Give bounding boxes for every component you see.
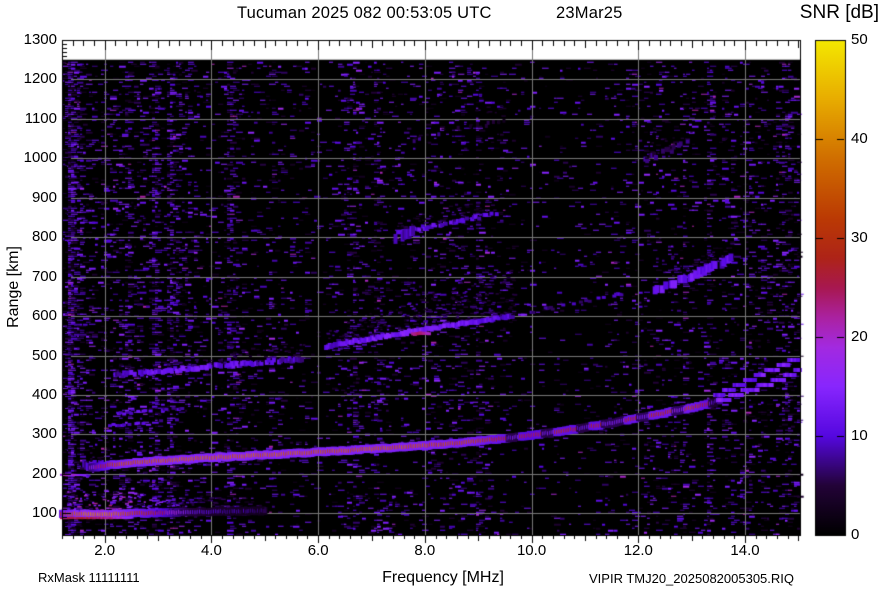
rx-mask-label: RxMask 11111111	[38, 570, 140, 585]
xtick-label: 14.0	[730, 542, 760, 559]
cbtick-label: 30	[851, 229, 868, 246]
ytick-label: 1200	[23, 70, 57, 88]
x-axis-label: Frequency [MHz]	[382, 569, 504, 586]
ytick-label: 300	[31, 425, 57, 443]
cbtick-label: 20	[851, 328, 868, 345]
ytick-label: 500	[31, 346, 57, 364]
ionogram-screenshot: Tucuman 2025 082 00:53:05 UTC 23Mar25 SN…	[0, 0, 884, 595]
xtick-label: 12.0	[623, 542, 653, 559]
ytick-label: 1100	[24, 109, 57, 127]
xtick-label: 8.0	[414, 542, 436, 559]
ionogram-plot-canvas	[0, 0, 884, 595]
xtick-label: 2.0	[94, 542, 116, 559]
cbtick-label: 50	[851, 31, 868, 48]
ytick-label: 900	[31, 188, 57, 206]
ytick-label: 400	[31, 385, 57, 403]
xtick-label: 4.0	[200, 542, 222, 559]
cbtick-label: 0	[851, 526, 860, 543]
ytick-label: 700	[31, 267, 57, 285]
ytick-label: 800	[31, 228, 57, 246]
cbtick-label: 40	[851, 130, 868, 147]
xtick-label: 6.0	[307, 542, 329, 559]
plot-title: Tucuman 2025 082 00:53:05 UTC	[237, 4, 492, 22]
ytick-label: 200	[31, 464, 57, 482]
ytick-label: 100	[31, 504, 57, 522]
ytick-label: 600	[31, 307, 57, 325]
ytick-label: 1000	[23, 149, 57, 167]
ytick-label: 1300	[23, 31, 57, 48]
colorbar-title: SNR [dB]	[799, 2, 879, 23]
file-id-label: VIPIR TMJ20_2025082005305.RIQ	[589, 571, 795, 586]
plot-date: 23Mar25	[556, 4, 623, 22]
xtick-label: 10.0	[516, 542, 547, 559]
cbtick-label: 10	[851, 427, 868, 444]
